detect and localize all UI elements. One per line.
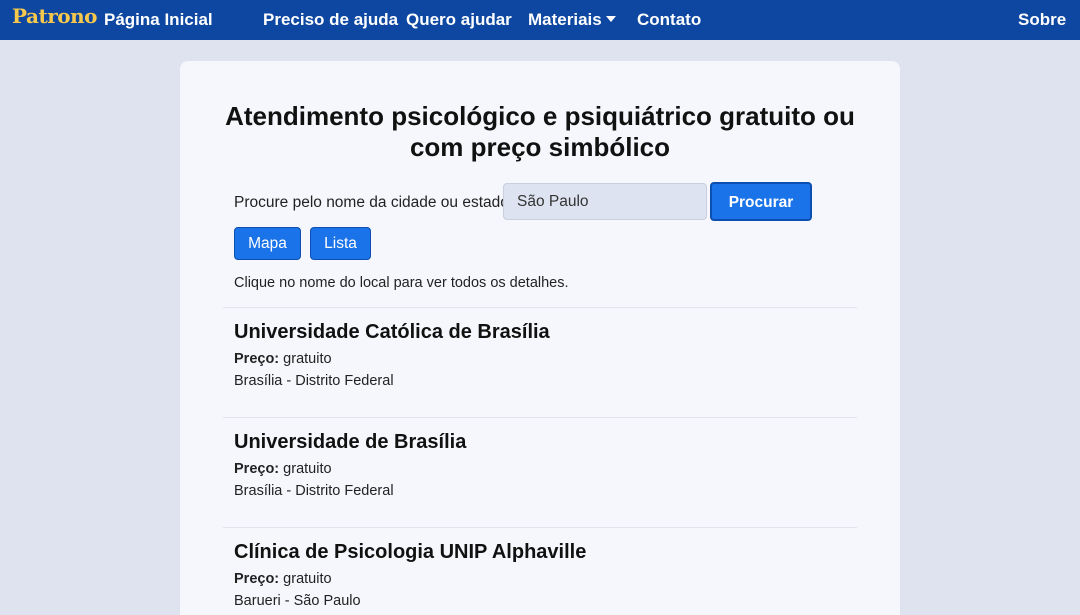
item-location: Barueri - São Paulo: [234, 593, 361, 609]
nav-want-help[interactable]: Quero ajudar: [406, 10, 512, 30]
item-location: Brasília - Distrito Federal: [234, 483, 394, 499]
nav-materials-label: Materiais: [528, 10, 602, 29]
item-name-link[interactable]: Universidade de Brasília: [234, 431, 466, 454]
chevron-down-icon: [605, 16, 616, 22]
price-value: gratuito: [283, 571, 332, 587]
search-label: Procure pelo nome da cidade ou estado:: [234, 194, 514, 211]
nav-about[interactable]: Sobre: [1018, 10, 1066, 30]
price-label: Preço:: [234, 571, 280, 587]
list-item: Universidade Católica de Brasília Preço:…: [223, 307, 857, 417]
nav-materials-dropdown[interactable]: Materiais: [528, 10, 616, 30]
price-label: Preço:: [234, 351, 280, 367]
item-name-link[interactable]: Clínica de Psicologia UNIP Alphaville: [234, 541, 586, 564]
content-card: Atendimento psicológico e psiquiátrico g…: [180, 61, 900, 615]
nav-home[interactable]: Página Inicial: [104, 10, 213, 30]
price-value: gratuito: [283, 461, 332, 477]
page-title-line1: Atendimento psicológico e psiquiátrico g…: [225, 101, 855, 131]
item-price: Preço: gratuito: [234, 461, 332, 477]
page-title: Atendimento psicológico e psiquiátrico g…: [200, 101, 880, 163]
price-value: gratuito: [283, 351, 332, 367]
nav-contact[interactable]: Contato: [637, 10, 701, 30]
navbar: Patrono Página Inicial Preciso de ajuda …: [0, 0, 1080, 40]
page-title-line2: com preço simbólico: [409, 132, 671, 162]
brand-logo[interactable]: Patrono: [12, 4, 97, 28]
item-name-link[interactable]: Universidade Católica de Brasília: [234, 321, 550, 344]
item-price: Preço: gratuito: [234, 351, 332, 367]
nav-need-help[interactable]: Preciso de ajuda: [263, 10, 398, 30]
hint-text: Clique no nome do local para ver todos o…: [234, 275, 569, 291]
price-label: Preço:: [234, 461, 280, 477]
list-item: Universidade de Brasília Preço: gratuito…: [223, 417, 857, 527]
list-view-button[interactable]: Lista: [310, 227, 371, 260]
search-input[interactable]: [503, 183, 707, 220]
item-location: Brasília - Distrito Federal: [234, 373, 394, 389]
search-button[interactable]: Procurar: [710, 182, 812, 221]
map-view-button[interactable]: Mapa: [234, 227, 301, 260]
list-item: Clínica de Psicologia UNIP Alphaville Pr…: [223, 527, 857, 615]
item-price: Preço: gratuito: [234, 571, 332, 587]
